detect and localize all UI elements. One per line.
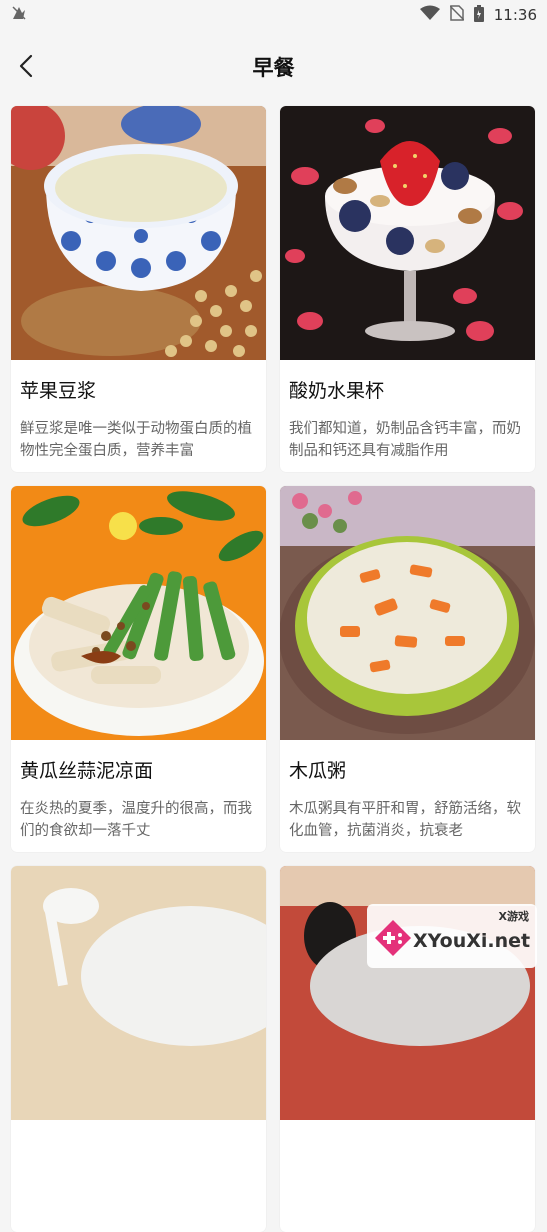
page-title: 早餐 <box>252 56 295 80</box>
recipe-description: 鲜豆浆是唯一类似于动物蛋白质的植物性完全蛋白质，营养丰富 <box>20 421 252 459</box>
notification-icon <box>10 4 28 26</box>
gamepad-logo-icon <box>373 918 413 962</box>
recipe-description: 在炎热的夏季，温度升的很高，而我们的食欲却一落千丈 <box>20 801 252 839</box>
recipe-title: 木瓜粥 <box>289 760 347 782</box>
recipe-image <box>280 486 535 740</box>
watermark-small-text: X游戏 <box>498 910 529 923</box>
recipe-image <box>11 486 266 740</box>
watermark-main-text: XYouXi.net <box>413 930 531 952</box>
battery-icon <box>473 4 484 26</box>
recipe-card[interactable]: 酸奶水果杯 我们都知道，奶制品含钙丰富，而奶制品和钙还具有减脂作用 <box>280 106 535 472</box>
recipe-card[interactable]: 苹果豆浆 鲜豆浆是唯一类似于动物蛋白质的植物性完全蛋白质，营养丰富 <box>11 106 266 472</box>
recipe-card-partial[interactable] <box>11 866 266 1232</box>
recipe-title: 苹果豆浆 <box>20 380 97 402</box>
navigation-bar: 早餐 <box>0 30 547 102</box>
status-bar: 11:36 <box>0 0 547 30</box>
recipe-image <box>11 106 266 360</box>
status-time: 11:36 <box>493 6 537 24</box>
recipe-card[interactable]: 黄瓜丝蒜泥凉面 在炎热的夏季，温度升的很高，而我们的食欲却一落千丈 <box>11 486 266 852</box>
recipe-grid: 苹果豆浆 鲜豆浆是唯一类似于动物蛋白质的植物性完全蛋白质，营养丰富 酸奶水果杯 … <box>11 106 535 1232</box>
recipe-image <box>11 866 266 1120</box>
recipe-card[interactable]: 木瓜粥 木瓜粥具有平肝和胃，舒筋活络，软化血管，抗菌消炎，抗衰老 <box>280 486 535 852</box>
recipe-description: 我们都知道，奶制品含钙丰富，而奶制品和钙还具有减脂作用 <box>289 421 521 459</box>
recipe-title: 黄瓜丝蒜泥凉面 <box>20 760 154 782</box>
wifi-icon <box>419 5 440 25</box>
recipe-title: 酸奶水果杯 <box>289 380 385 402</box>
recipe-description: 木瓜粥具有平肝和胃，舒筋活络，软化血管，抗菌消炎，抗衰老 <box>289 801 521 839</box>
no-sim-icon <box>449 5 465 25</box>
watermark: X游戏 XYouXi.net <box>367 904 537 968</box>
recipe-image <box>280 106 535 360</box>
